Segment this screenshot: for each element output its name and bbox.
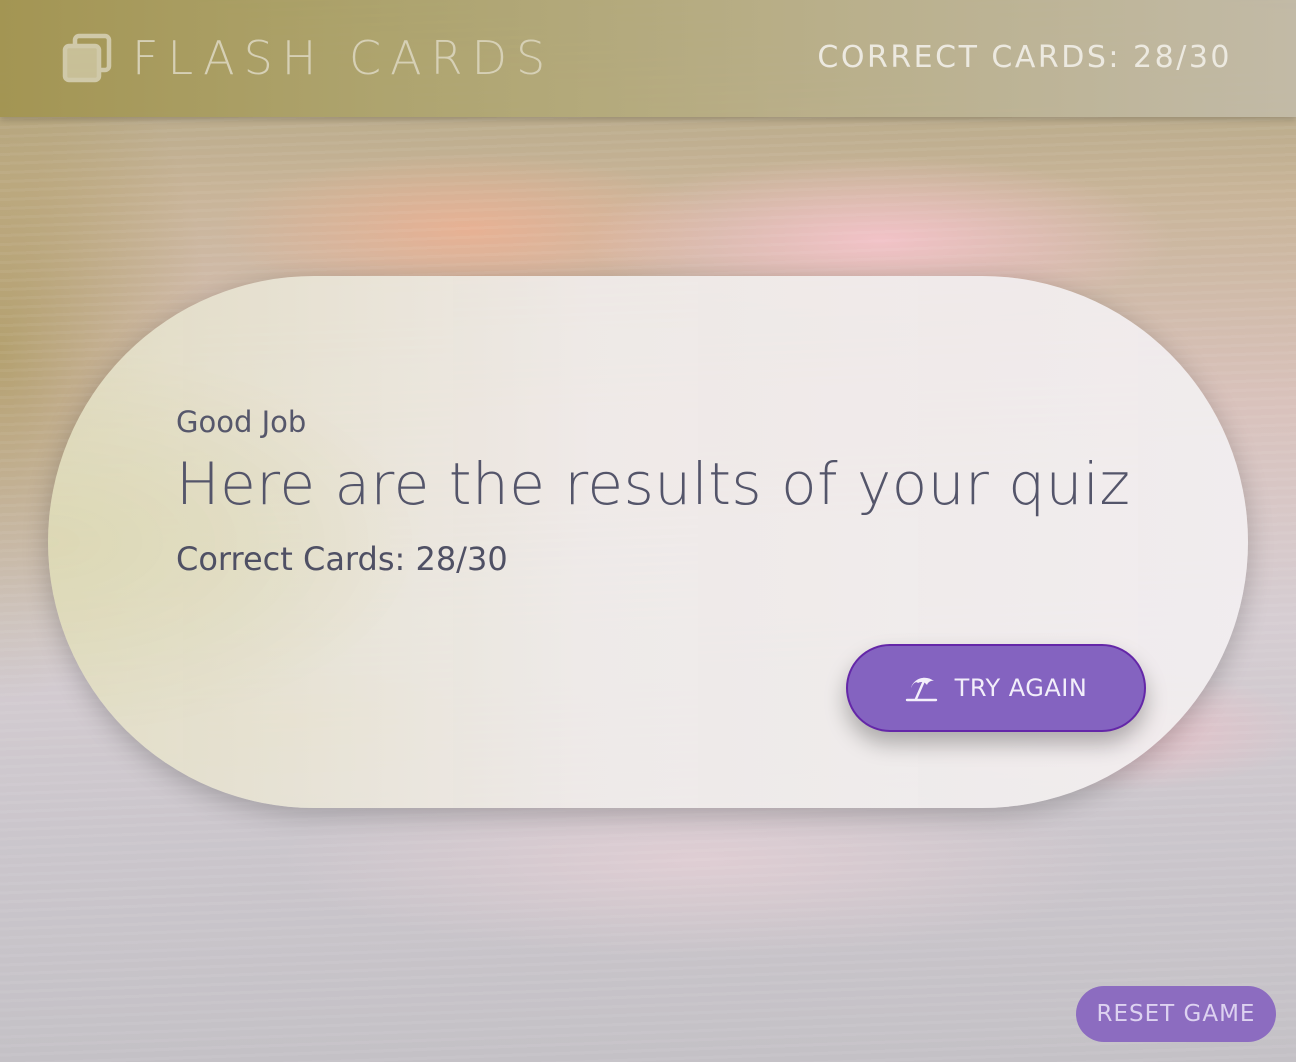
- brand: FLASH CARDS: [62, 30, 554, 86]
- try-again-label: TRY AGAIN: [954, 674, 1088, 702]
- reset-game-label: RESET GAME: [1096, 1001, 1256, 1027]
- app-title: FLASH CARDS: [132, 31, 555, 85]
- app-header: FLASH CARDS CORRECT CARDS: 28/30: [0, 0, 1296, 117]
- result-score: Correct Cards: 28/30: [176, 540, 508, 578]
- result-headline: Here are the results of your quiz: [176, 450, 1131, 518]
- result-card: Good Job Here are the results of your qu…: [48, 276, 1248, 808]
- stacked-cards-icon: [62, 33, 112, 83]
- reset-game-button[interactable]: RESET GAME: [1076, 986, 1276, 1042]
- result-eyebrow: Good Job: [176, 405, 307, 439]
- header-score: CORRECT CARDS: 28/30: [817, 40, 1232, 75]
- beach-umbrella-icon: [905, 677, 937, 702]
- try-again-button[interactable]: TRY AGAIN: [846, 644, 1146, 732]
